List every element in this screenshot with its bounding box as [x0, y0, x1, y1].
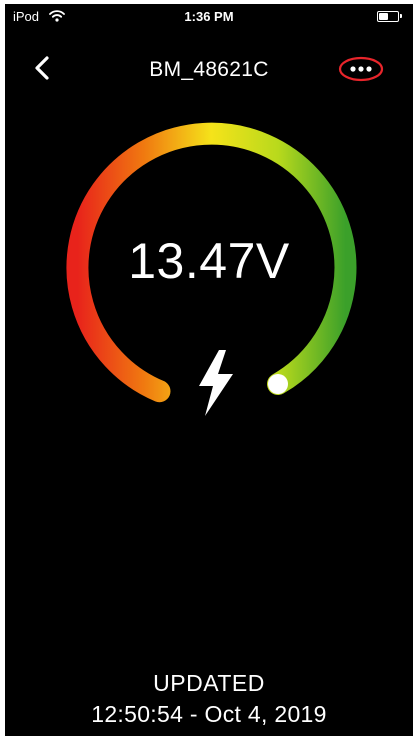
ellipsis-icon[interactable]	[338, 56, 384, 82]
status-time: 1:36 PM	[184, 9, 234, 24]
battery-icon	[377, 11, 399, 22]
updated-label: UPDATED	[153, 670, 265, 696]
app-screen: iPod 1:36 PM BM_48621C 13.47V UPDATED 12…	[5, 4, 413, 736]
battery-fill	[379, 13, 388, 20]
lightning-bolt-icon	[199, 350, 233, 416]
battery-tip	[400, 14, 402, 18]
voltage-reading: 13.47V	[128, 233, 290, 289]
gauge-indicator	[268, 374, 288, 394]
nav-bar: BM_48621C	[5, 44, 413, 92]
status-bar: iPod 1:36 PM	[5, 4, 413, 28]
updated-timestamp: 12:50:54 - Oct 4, 2019	[91, 701, 327, 727]
